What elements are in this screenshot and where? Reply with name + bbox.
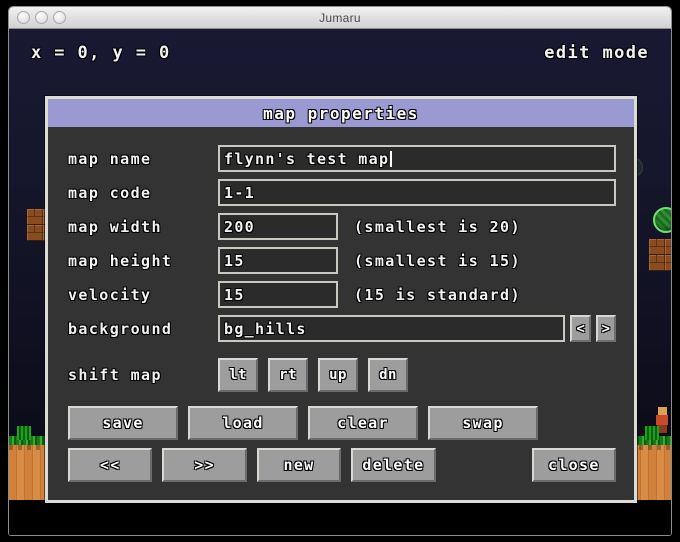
minimize-window-button[interactable] — [35, 11, 48, 24]
brick-block — [665, 255, 671, 271]
label-map-width: map width — [68, 217, 162, 236]
hud-edit-mode-label: edit mode — [544, 43, 649, 63]
application-window: Jumaru x = 0, y = 0 edit mode map proper… — [8, 6, 672, 536]
background-prev-button[interactable]: < — [570, 315, 591, 342]
label-shift-map: shift map — [68, 366, 162, 384]
shift-map-row: shift map lt rt up dn — [68, 358, 616, 392]
player-head — [658, 407, 667, 415]
velocity-value: 15 — [224, 285, 245, 304]
text-caret — [390, 150, 393, 167]
player-body — [656, 415, 668, 425]
hud-coordinates: x = 0, y = 0 — [31, 43, 171, 63]
new-map-button[interactable]: new — [256, 448, 342, 482]
label-velocity: velocity — [68, 285, 152, 304]
action-row-primary: save load clear swap — [68, 406, 616, 440]
below-ground-area — [9, 500, 671, 535]
form-row-background: background bg_hills < > — [68, 315, 616, 342]
map-properties-dialog: map properties map name flynn's test map… — [45, 96, 637, 503]
dialog-header: map properties — [48, 99, 634, 127]
window-title: Jumaru — [319, 11, 361, 25]
map-width-input[interactable]: 200 — [218, 213, 338, 240]
brick-block — [649, 239, 665, 255]
load-button[interactable]: load — [188, 406, 298, 440]
dialog-body: map name flynn's test map map code 1-1 m… — [48, 127, 634, 500]
chevron-left-icon: < — [576, 320, 585, 337]
velocity-input[interactable]: 15 — [218, 281, 338, 308]
form-row-velocity: velocity 15 (15 is standard) — [68, 281, 616, 308]
zoom-window-button[interactable] — [53, 11, 66, 24]
chevron-right-icon: > — [601, 320, 611, 337]
hint-velocity: (15 is standard) — [354, 285, 521, 304]
hint-map-width: (smallest is 20) — [354, 217, 521, 236]
form-row-map-name: map name flynn's test map — [68, 145, 616, 172]
grass-tuft — [645, 426, 659, 440]
label-map-name: map name — [68, 149, 152, 168]
form-row-map-height: map height 15 (smallest is 15) — [68, 247, 616, 274]
map-height-value: 15 — [224, 251, 245, 270]
save-button[interactable]: save — [68, 406, 178, 440]
label-background: background — [68, 319, 173, 338]
shift-up-button[interactable]: up — [318, 358, 358, 392]
prev-map-button[interactable]: << — [68, 448, 153, 482]
label-map-code: map code — [68, 183, 152, 202]
swap-button[interactable]: swap — [428, 406, 538, 440]
background-input[interactable]: bg_hills — [218, 315, 566, 342]
brick-block — [649, 255, 665, 271]
form-row-map-width: map width 200 (smallest is 20) — [68, 213, 616, 240]
action-row-secondary: << >> new delete close — [68, 448, 617, 482]
shift-down-button[interactable]: dn — [368, 358, 408, 392]
background-value: bg_hills — [224, 319, 307, 338]
map-width-value: 200 — [224, 217, 255, 236]
brick-block — [27, 225, 43, 241]
game-canvas[interactable]: x = 0, y = 0 edit mode map properties ma… — [9, 29, 671, 535]
clear-button[interactable]: clear — [308, 406, 418, 440]
map-code-input[interactable]: 1-1 — [218, 179, 616, 206]
label-map-height: map height — [68, 251, 173, 270]
map-code-value: 1-1 — [224, 183, 255, 202]
background-next-button[interactable]: > — [595, 315, 616, 342]
window-controls — [17, 11, 66, 24]
grass-tuft — [17, 426, 31, 440]
map-height-input[interactable]: 15 — [218, 247, 338, 274]
shift-left-button[interactable]: lt — [218, 358, 258, 392]
map-name-value: flynn's test map — [224, 149, 390, 168]
map-name-input[interactable]: flynn's test map — [218, 145, 616, 172]
brick-block — [27, 209, 43, 225]
window-titlebar[interactable]: Jumaru — [9, 7, 671, 29]
hint-map-height: (smallest is 15) — [354, 251, 521, 270]
close-window-button[interactable] — [17, 11, 30, 24]
next-map-button[interactable]: >> — [162, 448, 247, 482]
shift-right-button[interactable]: rt — [268, 358, 308, 392]
close-dialog-button[interactable]: close — [531, 448, 617, 482]
delete-map-button[interactable]: delete — [351, 448, 436, 482]
dialog-title: map properties — [263, 103, 419, 123]
form-row-map-code: map code 1-1 — [68, 179, 616, 206]
brick-block — [665, 239, 671, 255]
